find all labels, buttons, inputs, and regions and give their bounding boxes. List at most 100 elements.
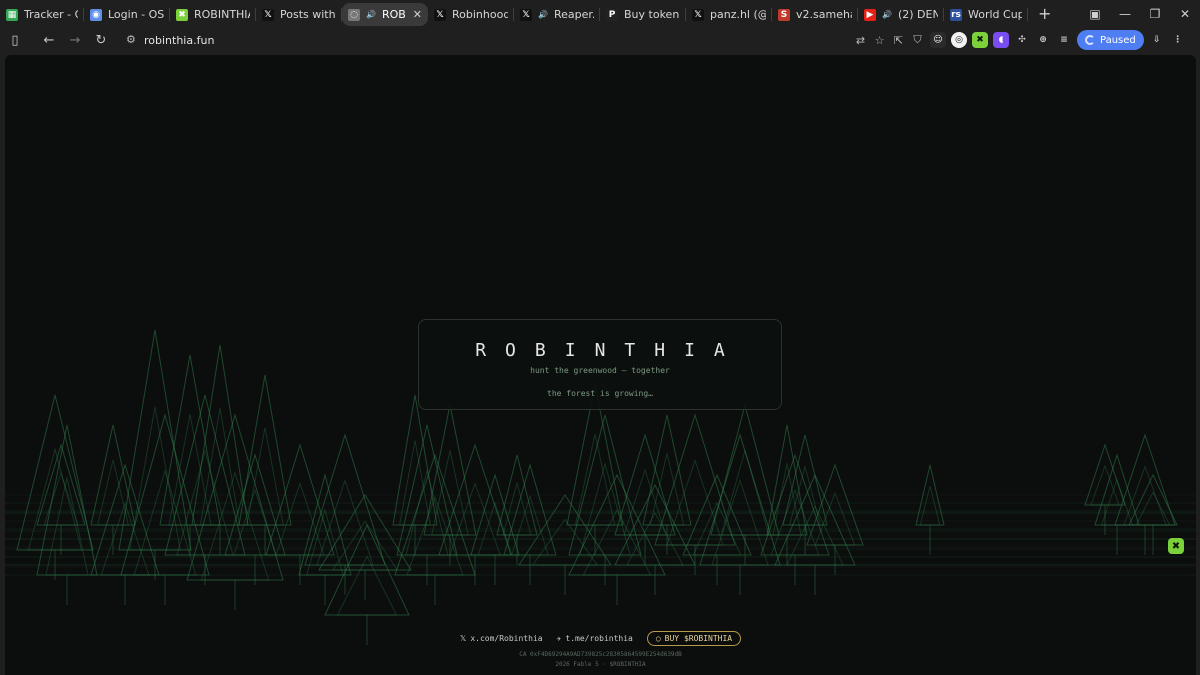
hero-card: ROBINTHIA hunt the greenwood — together … (418, 319, 782, 410)
media-control-icon[interactable]: ⊕ (1035, 32, 1051, 48)
extension-icon[interactable]: ☺ (930, 32, 946, 48)
x-icon: 𝕏 (692, 8, 704, 21)
tree-shape (470, 473, 520, 556)
tree-shape (16, 394, 94, 551)
globe-icon: ◉ (90, 8, 102, 21)
tab[interactable]: 𝕏panz.hl (@panzo (686, 3, 772, 26)
copyright: 2026 Fable 5 · $ROBINTHIA (555, 661, 646, 668)
tab-title: (2) DENNY CA (897, 8, 938, 21)
reload-icon[interactable]: ↻ (90, 29, 112, 51)
sync-spinner-icon (1085, 35, 1095, 45)
tab-title: panz.hl (@panzo (710, 8, 766, 21)
minimize-icon[interactable]: — (1110, 7, 1140, 21)
tree-layer (275, 481, 325, 556)
paused-label: Paused (1100, 34, 1136, 46)
bookmark-star-icon[interactable]: ☆ (871, 34, 888, 47)
tab[interactable]: 𝕏 Posts with replies (256, 3, 342, 26)
samehadaku-icon: S (778, 8, 790, 21)
circle-icon: ○ (655, 634, 661, 643)
rs-icon: rs (950, 8, 962, 21)
x-link-label: x.com/Robinthia (470, 634, 543, 643)
sheets-icon: ▦ (6, 8, 18, 21)
contract-address[interactable]: CA 0xF4D69294A9AD739825c28305864599E254d… (5, 651, 1196, 658)
tab[interactable]: ◉ Login - OSS Berb (84, 3, 170, 26)
menu-icon[interactable]: ⋮ (1169, 32, 1186, 48)
tab[interactable]: P Buy token - pons (600, 3, 686, 26)
restore-icon[interactable]: ❐ (1140, 7, 1170, 21)
close-tab-icon[interactable]: ✕ (413, 8, 422, 21)
tab[interactable]: ✖ ROBINTHIA $14. (170, 3, 256, 26)
tab-search-icon[interactable]: ▣ (1080, 7, 1110, 21)
forward-icon[interactable]: → (64, 29, 86, 51)
tab-title: Posts with replies (280, 8, 336, 21)
page-viewport: ROBINTHIA hunt the greenwood — together … (5, 55, 1196, 675)
downloads-icon[interactable]: ⇩ (1148, 32, 1165, 48)
tab-title: ROBINTH (381, 8, 405, 21)
tab[interactable]: Sv2.samehadaku.h (772, 3, 858, 26)
tree-shape (1094, 453, 1140, 526)
telegram-link[interactable]: ✈ t.me/robinthia (557, 634, 633, 643)
tree-shape (224, 453, 286, 556)
window-controls: ▣ — ❐ ✕ (1080, 0, 1200, 27)
tab-separator (1027, 8, 1028, 21)
tab-title: Reaper.kntq (553, 8, 594, 21)
back-icon[interactable]: ← (38, 29, 60, 51)
site-info-icon[interactable]: ⚙ (126, 33, 136, 46)
robinthia-icon: ✖ (176, 8, 188, 21)
audio-icon[interactable]: 🔊 (538, 10, 548, 19)
sidebar-icon[interactable]: ▯ (4, 29, 26, 51)
tree-shape (191, 344, 249, 526)
phantom-extension-icon[interactable]: ◖ (993, 32, 1009, 48)
tab-title: ROBINTHIA $14. (194, 8, 250, 21)
tab[interactable]: 𝕏 🔊 Reaper.kntq (514, 3, 600, 26)
browser-toolbar: ▯ ← → ↻ ⌂ ⚙ robinthia.fun ⇄ ☆ ⇱ ⛉ ☺ ◎ ✖ … (0, 27, 1200, 53)
share-icon[interactable]: ⇱ (890, 34, 907, 47)
close-window-icon[interactable]: ✕ (1170, 7, 1200, 21)
url-text[interactable]: robinthia.fun (144, 34, 214, 47)
tree-layer (919, 485, 941, 526)
tab[interactable]: ▶ 🔊 (2) DENNY CA (858, 3, 944, 26)
x-icon: 𝕏 (262, 8, 274, 21)
tree-shape (36, 424, 98, 576)
robinthia-extension-icon[interactable]: ✖ (972, 32, 988, 48)
tab[interactable]: rs World Cup 2026 (944, 3, 1028, 26)
tab[interactable]: ◌ 🔊 ROBINTH ✕ (342, 3, 428, 26)
globe-icon: ◌ (348, 8, 360, 21)
tab-title: Buy token - pons (624, 8, 680, 21)
tree-layer (449, 481, 501, 556)
tab[interactable]: ▦ Tracker - Google (0, 3, 84, 26)
tree-shape (710, 403, 780, 536)
x-icon: 𝕏 (459, 634, 467, 643)
tree-shape (614, 433, 676, 536)
shield-icon[interactable]: ⛉ (909, 33, 926, 47)
audio-icon[interactable]: 🔊 (882, 10, 892, 19)
telegram-link-label: t.me/robinthia (565, 634, 633, 643)
tree-layer (200, 471, 270, 581)
tree-shape (1084, 443, 1126, 506)
x-icon: 𝕏 (434, 8, 446, 21)
translate-icon[interactable]: ⇄ (852, 34, 869, 47)
tree-layer (246, 427, 284, 526)
wallet-extension-icon[interactable]: ◎ (951, 32, 967, 48)
reading-list-icon[interactable]: ≡ (1056, 32, 1072, 48)
youtube-icon: ▶ (864, 8, 876, 21)
new-tab-icon[interactable]: + (1030, 4, 1059, 23)
tab[interactable]: 𝕏 Robinhood Doge (428, 3, 514, 26)
page-title: ROBINTHIA (475, 340, 744, 361)
robinthia-floating-icon[interactable]: ✖ (1168, 538, 1184, 554)
tree-shape (159, 354, 221, 526)
address-bar[interactable]: ⚙ robinthia.fun ⇄ ☆ ⇱ ⛉ (120, 29, 930, 51)
x-icon: 𝕏 (520, 8, 532, 21)
buy-button[interactable]: ○ BUY $ROBINTHIA (646, 631, 742, 646)
tab-title: Login - OSS Berb (108, 8, 164, 21)
puzzle-icon[interactable]: ✣ (1014, 32, 1030, 48)
telegram-icon: ✈ (556, 634, 562, 643)
extensions-row: ☺ ◎ ✖ ◖ ✣ ⊕ ≡ Paused ⇩ ⋮ (930, 29, 1186, 51)
tagline: hunt the greenwood — together (530, 366, 670, 375)
tab-title: Robinhood Doge (452, 8, 508, 21)
x-link[interactable]: 𝕏 x.com/Robinthia (460, 634, 543, 643)
audio-icon[interactable]: 🔊 (366, 10, 376, 19)
tree-shape (423, 404, 477, 536)
footer-links: 𝕏 x.com/Robinthia ✈ t.me/robinthia ○ BUY… (5, 631, 1196, 646)
paused-sync-button[interactable]: Paused (1077, 30, 1144, 50)
